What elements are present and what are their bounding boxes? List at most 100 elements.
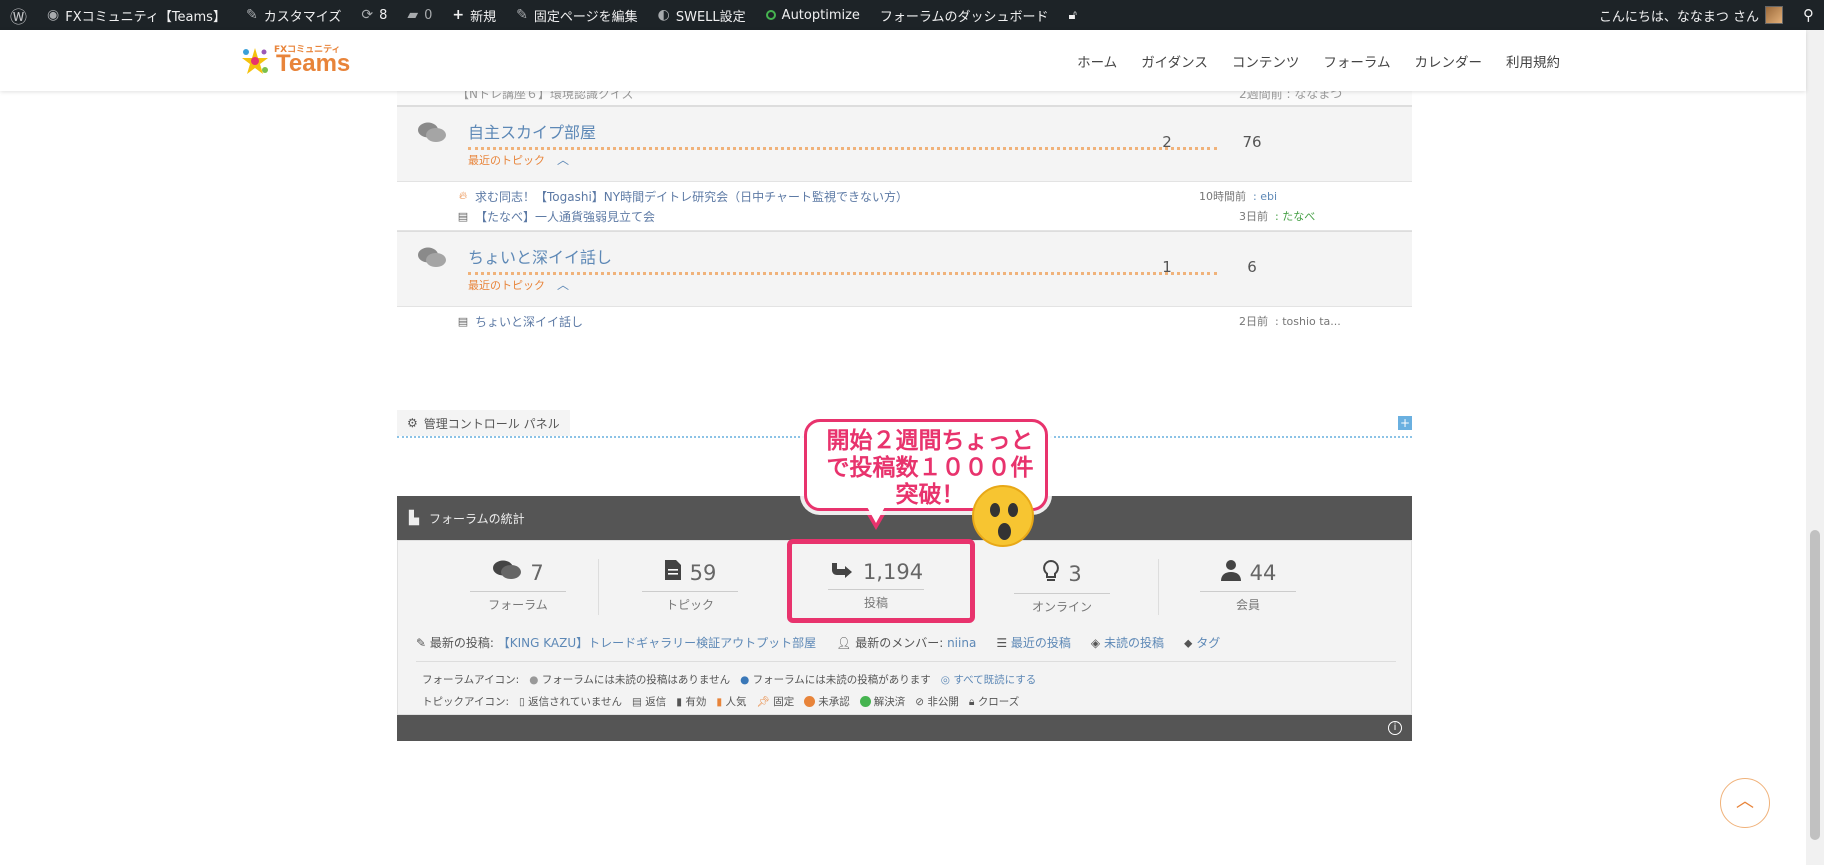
forum-stats-footer: i bbox=[397, 715, 1412, 741]
wordpress-logo-icon[interactable]: Ⓦ bbox=[0, 0, 37, 30]
forum-read-legend: ● フォーラムには未読の投稿はありません bbox=[529, 673, 731, 686]
file-outline-icon: ▯ bbox=[519, 695, 525, 708]
legend-no-reply: ▯ 返信されていません bbox=[519, 695, 623, 708]
comment-icon: ▰ bbox=[407, 7, 419, 23]
cutoff-topic-title[interactable]: 【Nトレ講座６】環境認識クイズ bbox=[457, 91, 634, 102]
forum-list: 【Nトレ講座６】環境認識クイズ 2週間前 : ななまつ 自主スカイプ部屋 最近の… bbox=[397, 91, 1412, 335]
topic-meta: 2日前 : toshio ta... bbox=[1239, 315, 1341, 328]
updates-link[interactable]: ⟳ 8 bbox=[351, 0, 397, 30]
stat-divider bbox=[598, 559, 599, 615]
expand-plus-icon[interactable]: + bbox=[1398, 416, 1412, 430]
admin-control-tab[interactable]: ⚙ 管理コントロール パネル bbox=[397, 410, 570, 436]
swell-settings-link[interactable]: ◐ SWELL設定 bbox=[648, 0, 756, 30]
customize-link[interactable]: ✎ カスタマイズ bbox=[236, 0, 351, 30]
latest-member: 👤︎ 最新のメンバー: niina bbox=[836, 636, 977, 650]
avatar bbox=[1765, 6, 1783, 24]
autoptimize-link[interactable]: Autoptimize bbox=[756, 0, 870, 30]
stat-forums: 7 フォーラム bbox=[443, 559, 593, 613]
back-to-top-button[interactable]: ︿ bbox=[1720, 778, 1770, 828]
nav-calendar[interactable]: カレンダー bbox=[1415, 51, 1483, 71]
latest-activity-line: ✎ 最新の投稿: 【KING KAZU】トレードギャラリー検証アウトプット部屋 … bbox=[416, 634, 1220, 651]
file-icon: ▮ bbox=[676, 695, 683, 708]
topic-row: ▤ ちょいと深イイ話し 2日前 : toshio ta... bbox=[457, 311, 1412, 331]
search-icon[interactable]: ⚲ bbox=[1793, 0, 1824, 30]
topic-link[interactable]: 【たなべ】一人通貨強弱見立て会 bbox=[475, 208, 655, 225]
recent-posts-link[interactable]: ☰ 最近の投稿 bbox=[996, 634, 1071, 651]
legend-unapproved: 未承認 bbox=[804, 694, 850, 709]
eye-slash-icon: ⊘ bbox=[915, 695, 925, 708]
gear-icon: ⚙ bbox=[407, 416, 418, 430]
topic-link[interactable]: 求む同志！【Togashi】NY時間デイトレ研究会（日中チャート監視できない方） bbox=[475, 188, 908, 205]
status-dot-icon bbox=[765, 10, 776, 20]
legend-active: ▮ 有効 bbox=[676, 695, 707, 708]
mark-all-read-link[interactable]: ◎ すべて既読にする bbox=[941, 672, 1036, 687]
legend-popular: ▮ 人気 bbox=[716, 695, 747, 708]
list-icon: ☰ bbox=[996, 636, 1008, 650]
forum-row: 自主スカイプ部屋 最近のトピック ︿ 2 76 bbox=[397, 106, 1412, 182]
logo-star-icon bbox=[242, 48, 268, 74]
global-nav: ホーム ガイダンス コンテンツ フォーラム カレンダー 利用規約 bbox=[1077, 30, 1560, 91]
topic-link[interactable]: ちょいと深イイ話し bbox=[475, 313, 583, 330]
highlight-box bbox=[787, 539, 975, 623]
forum-title-link[interactable]: ちょいと深イイ話し bbox=[468, 244, 1217, 275]
forum-row: ちょいと深イイ話し 最近のトピック ︿ 1 6 bbox=[397, 231, 1412, 307]
info-icon[interactable]: i bbox=[1388, 721, 1402, 735]
topic-count: 2 bbox=[1162, 133, 1172, 151]
exclamation-icon bbox=[804, 696, 816, 707]
latest-post: ✎ 最新の投稿: 【KING KAZU】トレードギャラリー検証アウトプット部屋 bbox=[416, 636, 817, 650]
comments-link[interactable]: ▰ 0 bbox=[397, 0, 442, 30]
unread-posts-link[interactable]: ◈ 未読の投稿 bbox=[1091, 634, 1164, 651]
user-icon bbox=[1220, 559, 1242, 587]
latest-member-link[interactable]: niina bbox=[947, 636, 976, 650]
comments-unread-icon: ● bbox=[740, 673, 750, 686]
chart-icon: ▙ bbox=[409, 510, 419, 526]
cutoff-topic-row: 【Nトレ講座６】環境認識クイズ 2週間前 : ななまつ bbox=[397, 91, 1412, 106]
latest-post-link[interactable]: 【KING KAZU】トレードギャラリー検証アウトプット部屋 bbox=[498, 636, 816, 650]
forum-dashboard-link[interactable]: フォーラムのダッシュボード bbox=[870, 0, 1059, 30]
site-header: FXコミュニティ Teams ホーム ガイダンス コンテンツ フォーラム カレン… bbox=[0, 30, 1806, 91]
check-icon bbox=[859, 696, 871, 707]
comments-icon bbox=[492, 559, 522, 587]
recent-topics-list: 🔥︎ 求む同志！【Togashi】NY時間デイトレ研究会（日中チャート監視できな… bbox=[397, 182, 1412, 231]
recent-topics-toggle[interactable]: 最近のトピック ︿ bbox=[468, 151, 569, 168]
nav-forum[interactable]: フォーラム bbox=[1323, 51, 1390, 71]
nav-terms[interactable]: 利用規約 bbox=[1506, 51, 1560, 71]
edit-page-link[interactable]: ✎ 固定ページを編集 bbox=[506, 0, 647, 30]
chevron-up-icon: ︿ bbox=[557, 278, 570, 292]
page-scrollbar[interactable] bbox=[1806, 30, 1824, 865]
file-icon bbox=[664, 559, 682, 587]
scrollbar-thumb[interactable] bbox=[1810, 530, 1820, 840]
recent-topics-toggle[interactable]: 最近のトピック ︿ bbox=[468, 276, 569, 293]
topic-row: ▤ 【たなべ】一人通貨強弱見立て会 3日前 : たなべ bbox=[457, 206, 1412, 226]
forum-comments-icon bbox=[417, 246, 447, 276]
legend-reply: ▤ 返信 bbox=[632, 695, 667, 708]
callout-tail-inner bbox=[866, 505, 886, 523]
nav-home[interactable]: ホーム bbox=[1077, 51, 1117, 71]
post-count: 76 bbox=[1242, 133, 1262, 151]
forum-title-link[interactable]: 自主スカイプ部屋 bbox=[468, 119, 1217, 150]
stat-online: 3 オンライン bbox=[987, 559, 1137, 615]
my-account-link[interactable]: こんにちは、ななまつ さん bbox=[1589, 0, 1793, 30]
update-icon: ⟳ bbox=[361, 7, 374, 23]
nav-contents[interactable]: コンテンツ bbox=[1232, 51, 1300, 71]
legend-resolved: 解決済 bbox=[859, 694, 905, 709]
site-logo[interactable]: FXコミュニティ Teams bbox=[240, 44, 350, 78]
nav-guidance[interactable]: ガイダンス bbox=[1141, 51, 1208, 71]
surprised-face-icon bbox=[972, 485, 1034, 547]
chevron-up-icon: ︿ bbox=[1736, 791, 1754, 812]
comments-icon: ● bbox=[529, 673, 539, 686]
legend-private: ⊘ 非公開 bbox=[915, 695, 959, 708]
stat-topics: 59 トピック bbox=[615, 559, 765, 613]
bulb-icon bbox=[1042, 559, 1060, 589]
topic-meta: 3日前 : たなべ bbox=[1239, 210, 1316, 223]
lock-icon[interactable]: 🔓︎ bbox=[1059, 0, 1087, 30]
topic-icons-legend: トピックアイコン: ▯ 返信されていません ▤ 返信 ▮ 有効 ▮ 人気 📌︎ … bbox=[422, 694, 1020, 709]
stat-divider bbox=[1158, 559, 1159, 615]
legend-closed: 🔒︎ クローズ bbox=[968, 695, 1020, 708]
file-lines-icon: ▤ bbox=[632, 695, 642, 708]
new-content-link[interactable]: + 新規 bbox=[442, 0, 506, 30]
site-name-link[interactable]: ◉ FXコミュニティ【Teams】 bbox=[37, 0, 236, 30]
tags-link[interactable]: ⬥ タグ bbox=[1184, 634, 1220, 651]
forum-unread-legend: ● フォーラムには未読の投稿があります bbox=[740, 673, 931, 686]
pin-icon: 📌︎ bbox=[756, 695, 770, 708]
